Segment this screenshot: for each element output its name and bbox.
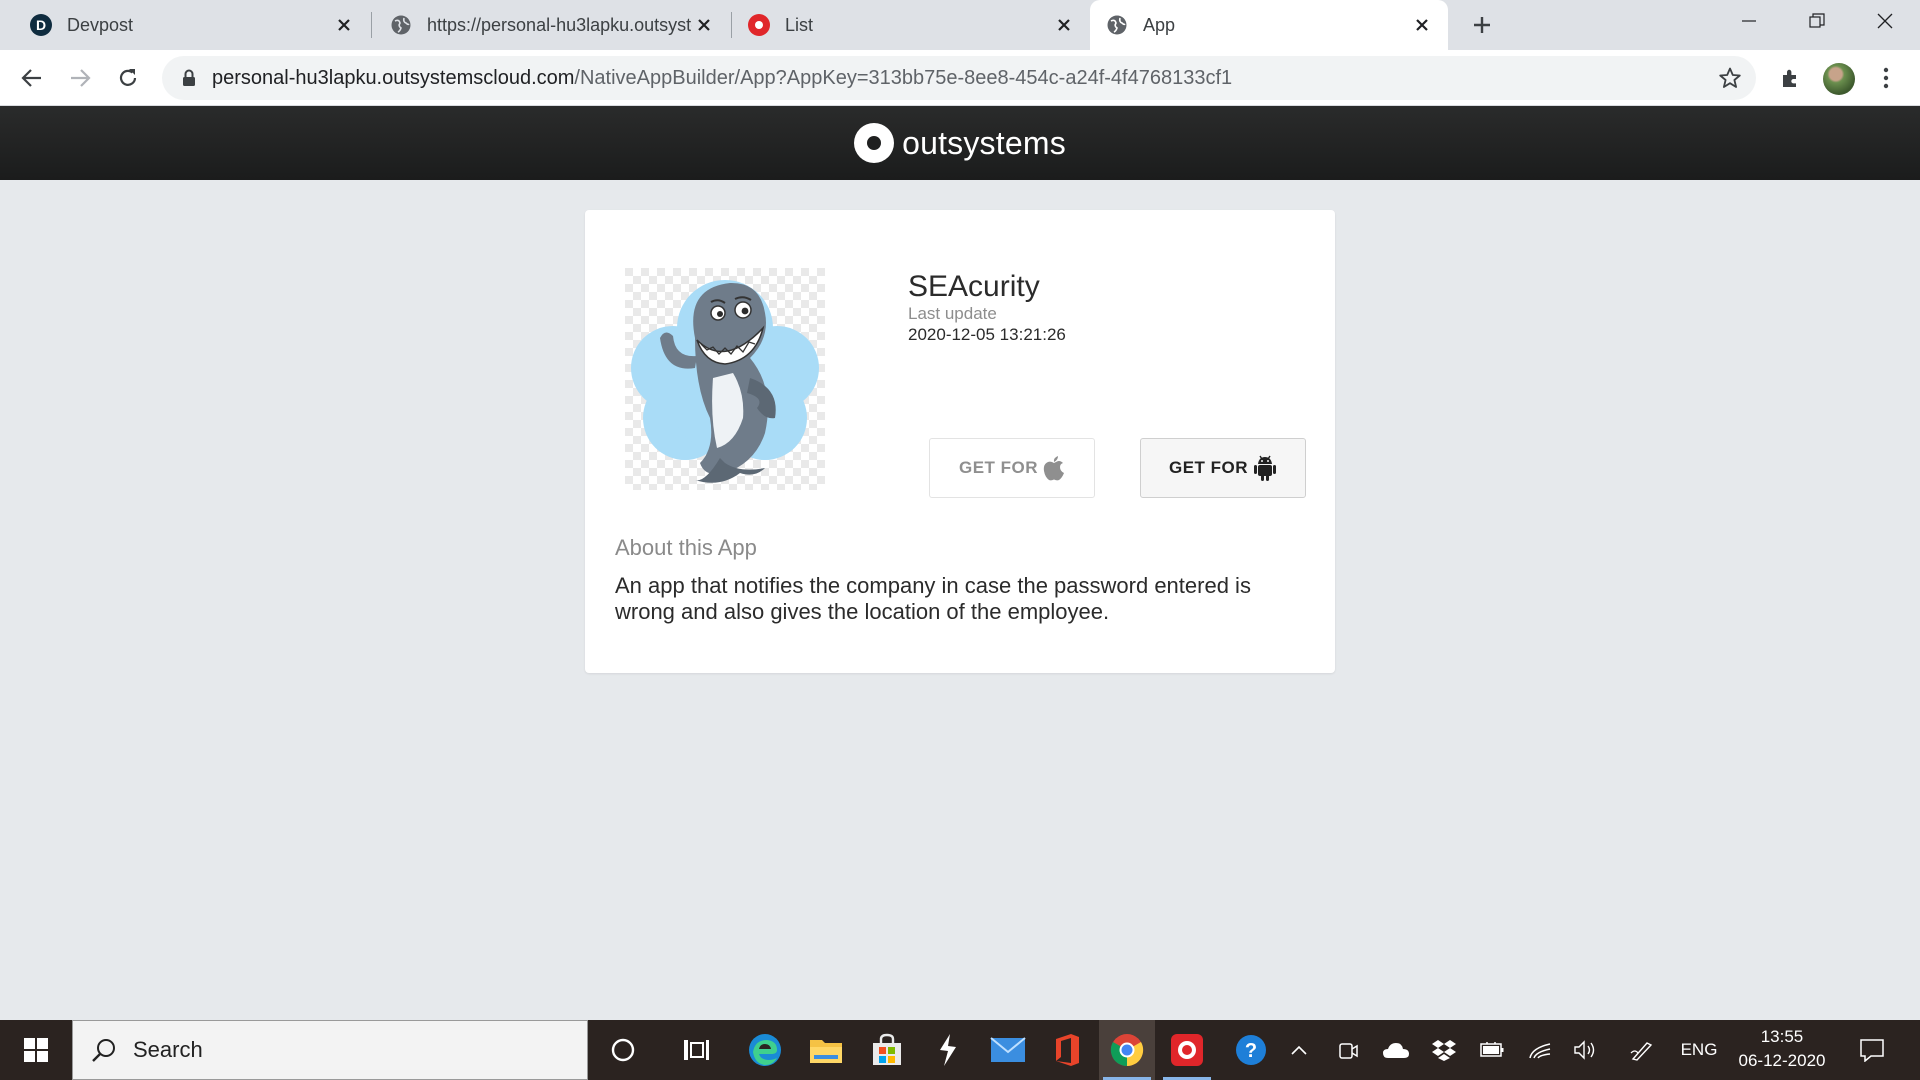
tab-title: https://personal-hu3lapku.outsystemsclou… [427, 14, 692, 35]
forward-button[interactable] [62, 60, 98, 96]
close-icon[interactable] [692, 13, 716, 37]
logo-circle-icon [854, 123, 895, 163]
about-description: An app that notifies the company in case… [615, 573, 1251, 624]
sway-icon[interactable] [920, 1020, 976, 1080]
app-icon-shark [625, 268, 825, 490]
browser-toolbar: personal-hu3lapku.outsystemscloud.com/Na… [0, 50, 1920, 106]
restore-button[interactable] [1782, 0, 1852, 42]
button-label: GET FOR [1168, 458, 1249, 477]
start-button[interactable] [0, 1020, 72, 1080]
last-update-timestamp: 2020-12-05 13:21:26 [908, 325, 1066, 344]
globe-icon [1106, 14, 1128, 36]
tab-title: App [1143, 14, 1176, 35]
globe-icon [390, 14, 412, 36]
get-for-ios-button[interactable]: GET FOR [929, 438, 1095, 498]
store-icon[interactable] [859, 1020, 915, 1080]
menu-kebab-icon[interactable] [1868, 60, 1904, 96]
last-update-label: Last update [908, 304, 997, 323]
close-window-button[interactable] [1850, 0, 1920, 42]
address-bar[interactable]: personal-hu3lapku.outsystemscloud.com/Na… [162, 56, 1756, 100]
brand-text: outsystems [902, 124, 1066, 161]
svg-text:?: ? [1245, 1040, 1257, 1062]
show-hidden-icons-chevron-icon[interactable] [1286, 1020, 1312, 1080]
apple-icon [1043, 456, 1065, 481]
file-explorer-icon[interactable] [798, 1020, 854, 1080]
url-host: personal-hu3lapku.outsystemscloud.com [212, 66, 575, 89]
browser-tab-strip: D Devpost https://personal-hu3lapku.outs… [0, 0, 1920, 50]
site-header: outsystems [0, 106, 1920, 180]
close-icon[interactable] [1052, 13, 1076, 37]
back-button[interactable] [14, 60, 50, 96]
edge-icon[interactable] [737, 1020, 793, 1080]
clock-time: 13:55 [1760, 1027, 1804, 1046]
clock-date: 06-12-2020 [1738, 1051, 1826, 1070]
app-title: SEAcurity [908, 270, 1040, 303]
language-indicator[interactable]: ENG [1674, 1020, 1724, 1080]
search-placeholder: Search [133, 1037, 203, 1062]
outsystems-logo: outsystems [854, 123, 1066, 163]
meet-now-icon[interactable] [1334, 1020, 1362, 1080]
close-icon[interactable] [332, 13, 356, 37]
tab-title: List [785, 14, 814, 35]
reload-button[interactable] [110, 60, 146, 96]
about-heading: About this App [615, 535, 757, 560]
dropbox-icon[interactable] [1428, 1020, 1460, 1080]
wifi-icon[interactable] [1524, 1020, 1556, 1080]
bookmark-star-icon[interactable] [1718, 66, 1742, 90]
lock-icon[interactable] [182, 69, 196, 87]
button-label: GET FOR [958, 458, 1039, 477]
new-tab-button[interactable] [1466, 9, 1498, 41]
close-icon[interactable] [1410, 13, 1434, 37]
cortana-icon[interactable] [595, 1020, 651, 1080]
extensions-icon[interactable] [1772, 60, 1808, 96]
profile-avatar[interactable] [1823, 63, 1855, 95]
battery-icon[interactable] [1476, 1020, 1508, 1080]
minimize-button[interactable] [1714, 0, 1784, 42]
mail-icon[interactable] [980, 1020, 1036, 1080]
notifications-icon[interactable] [1852, 1020, 1892, 1080]
app-card: SEAcurity Last update 2020-12-05 13:21:2… [585, 210, 1335, 673]
windows-taskbar: Search ? ENG 13:55 06-12-2020 [0, 1020, 1920, 1080]
tab-outsystems-url[interactable]: https://personal-hu3lapku.outsystemsclou… [360, 0, 730, 50]
record-icon [748, 14, 770, 36]
volume-icon[interactable] [1570, 1020, 1602, 1080]
office-icon[interactable] [1039, 1020, 1095, 1080]
url-text: personal-hu3lapku.outsystemscloud.com/Na… [212, 67, 1232, 90]
help-icon[interactable]: ? [1223, 1020, 1279, 1080]
chrome-icon[interactable] [1099, 1020, 1155, 1080]
get-for-android-button[interactable]: GET FOR [1140, 438, 1306, 498]
pen-workspace-icon[interactable] [1624, 1020, 1660, 1080]
taskbar-clock[interactable]: 13:55 06-12-2020 [1724, 1020, 1840, 1080]
onedrive-icon[interactable] [1380, 1020, 1412, 1080]
url-path: /NativeAppBuilder/App?AppKey=313bb75e-8e… [574, 66, 1233, 89]
devpost-icon: D [30, 14, 52, 36]
tab-title: Devpost [67, 14, 134, 35]
tab-app[interactable]: App [1090, 0, 1448, 50]
tab-devpost[interactable]: D Devpost [0, 0, 370, 50]
taskbar-search-box[interactable]: Search [72, 1020, 588, 1080]
search-icon [91, 1037, 117, 1063]
windows-logo-icon [24, 1038, 48, 1062]
screen-recorder-icon[interactable] [1159, 1020, 1215, 1080]
task-view-icon[interactable] [668, 1020, 724, 1080]
tab-list[interactable]: List [720, 0, 1090, 50]
android-icon [1254, 455, 1277, 481]
